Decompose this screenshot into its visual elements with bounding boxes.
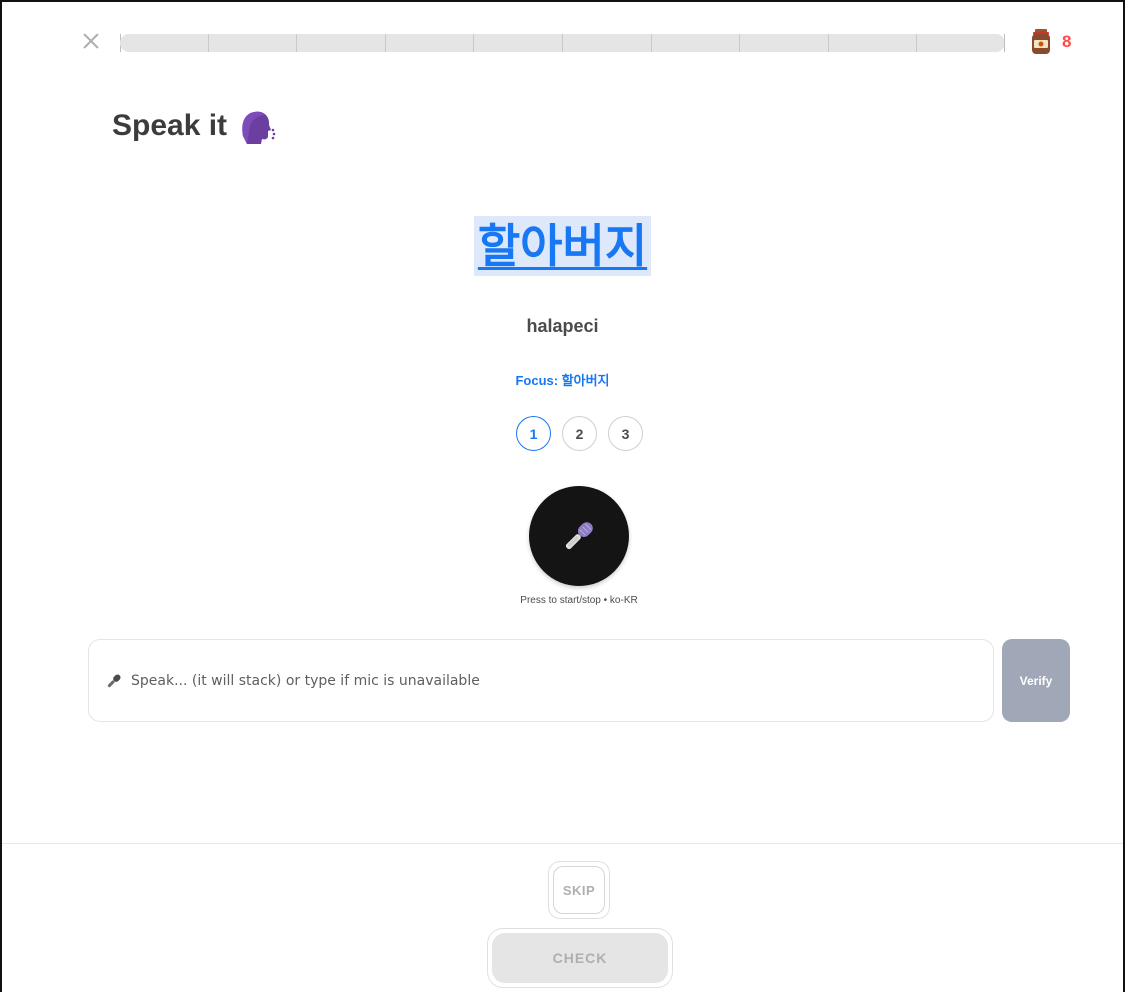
- verify-button[interactable]: Verify: [1002, 639, 1070, 722]
- progress-segments: [120, 34, 1005, 52]
- lesson-progress-bar: [120, 34, 1005, 52]
- speaking-head-icon: [242, 111, 276, 144]
- exercise-header: Speak it: [112, 106, 277, 146]
- skip-button[interactable]: SKIP: [548, 861, 610, 919]
- microphone-icon: [107, 673, 121, 687]
- mic-caption: Press to start/stop • ko-KR: [520, 595, 638, 606]
- footer-divider: [2, 843, 1123, 844]
- answer-input[interactable]: [131, 672, 993, 689]
- answer-field-container: [88, 639, 994, 722]
- attempt-steps: 1 2 3: [516, 416, 643, 451]
- microphone-button[interactable]: [529, 486, 629, 586]
- step-button-1[interactable]: 1: [516, 416, 551, 451]
- skip-label: SKIP: [553, 866, 605, 914]
- jar-icon: [1032, 29, 1050, 54]
- step-button-3[interactable]: 3: [608, 416, 643, 451]
- microphone-icon: [565, 522, 593, 550]
- lives-count: 8: [1062, 32, 1072, 51]
- check-label: CHECK: [492, 933, 668, 983]
- close-button[interactable]: [80, 30, 102, 52]
- target-word[interactable]: 할아버지: [473, 216, 652, 276]
- romanization: halapeci: [526, 316, 599, 336]
- progress-edge-right: [1004, 34, 1005, 52]
- focus-label: Focus: 할아버지: [515, 373, 610, 388]
- target-word-container: 할아버지: [0, 216, 1125, 276]
- check-button[interactable]: CHECK: [487, 928, 673, 988]
- exercise-title: Speak it: [112, 109, 228, 142]
- step-button-2[interactable]: 2: [562, 416, 597, 451]
